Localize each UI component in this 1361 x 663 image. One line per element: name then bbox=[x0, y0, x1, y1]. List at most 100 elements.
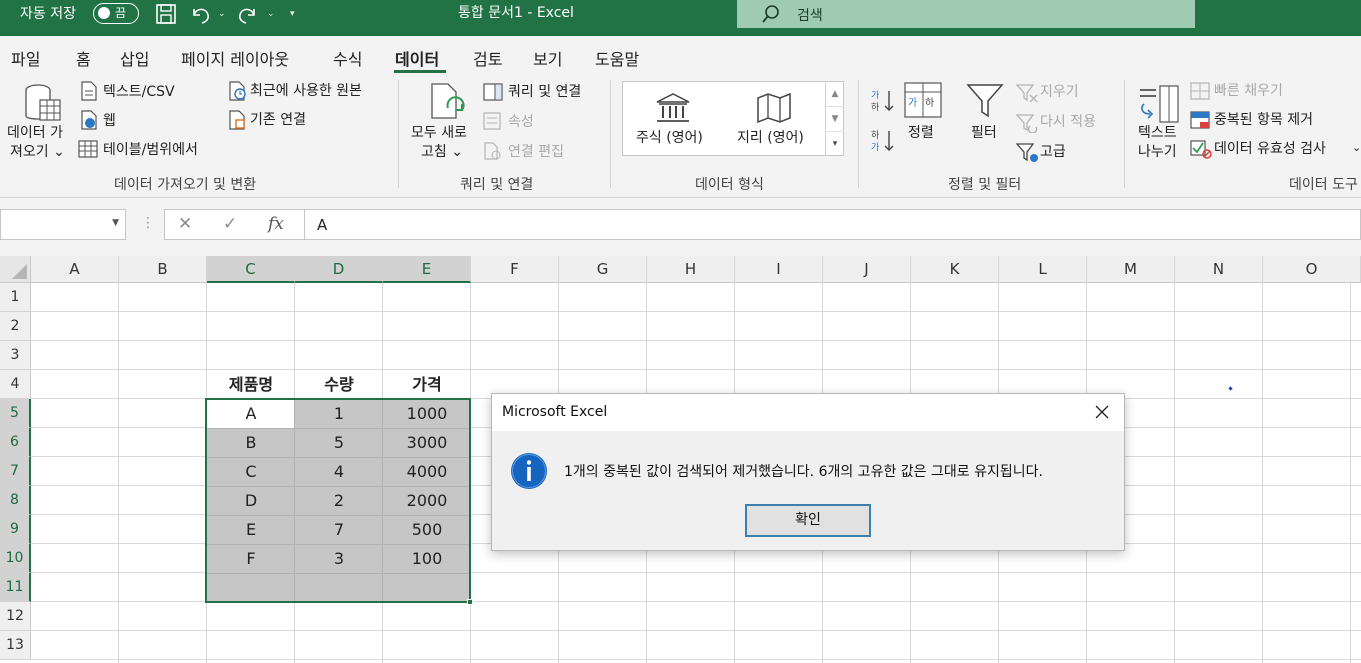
sort-dialog-icon[interactable]: 가하 bbox=[904, 82, 942, 118]
table-cell[interactable]: 7 bbox=[295, 515, 383, 544]
get-data-label-1[interactable]: 데이터 가 bbox=[7, 124, 63, 142]
filter-funnel-icon[interactable] bbox=[966, 82, 1004, 120]
sort-descending-icon[interactable]: 하가 bbox=[870, 128, 894, 154]
gallery-more-icon[interactable]: ▾ bbox=[825, 131, 844, 155]
remove-duplicates-icon[interactable] bbox=[1190, 110, 1212, 130]
autosave-toggle[interactable]: 끔 bbox=[93, 3, 139, 24]
table-cell[interactable]: F bbox=[207, 544, 295, 573]
row-header[interactable]: 3 bbox=[0, 341, 31, 370]
search-box[interactable]: 검색 bbox=[737, 0, 1195, 28]
column-header[interactable]: J bbox=[823, 256, 911, 283]
text-file-icon[interactable] bbox=[80, 81, 98, 101]
fill-handle[interactable] bbox=[467, 599, 473, 605]
row-header[interactable]: 9 bbox=[0, 515, 31, 544]
refresh-all-icon[interactable] bbox=[428, 82, 468, 124]
row-header[interactable]: 6 bbox=[0, 428, 31, 457]
stocks-button[interactable]: 주식 (영어) bbox=[636, 129, 703, 147]
column-header[interactable]: M bbox=[1087, 256, 1175, 283]
column-header[interactable]: I bbox=[735, 256, 823, 283]
row-header[interactable]: 12 bbox=[0, 602, 31, 631]
redo-icon[interactable] bbox=[236, 3, 260, 25]
column-header[interactable]: B bbox=[119, 256, 207, 283]
column-header[interactable]: O bbox=[1263, 256, 1361, 283]
column-header[interactable]: F bbox=[471, 256, 559, 283]
row-header[interactable]: 8 bbox=[0, 486, 31, 515]
text-to-columns-label-2[interactable]: 나누기 bbox=[1138, 143, 1177, 161]
advanced-button[interactable]: 고급 bbox=[1040, 143, 1066, 161]
tab-view[interactable]: 보기 bbox=[533, 46, 562, 70]
formula-input[interactable]: A bbox=[304, 209, 1361, 240]
tab-review[interactable]: 검토 bbox=[473, 46, 502, 70]
data-validation-button[interactable]: 데이터 유효성 검사 bbox=[1214, 140, 1326, 158]
column-header[interactable]: G bbox=[559, 256, 647, 283]
cancel-entry-icon[interactable]: ✕ bbox=[178, 214, 192, 234]
data-validation-dropdown-icon[interactable]: ⌄ bbox=[1352, 139, 1361, 157]
column-header[interactable]: A bbox=[31, 256, 119, 283]
get-data-label-2[interactable]: 져오기 ⌄ bbox=[10, 143, 65, 161]
refresh-all-label-1[interactable]: 모두 새로 bbox=[411, 124, 467, 142]
table-cell[interactable]: A bbox=[207, 399, 295, 428]
close-icon[interactable] bbox=[1094, 404, 1110, 420]
redo-dropdown-icon[interactable]: ⌄ bbox=[267, 9, 275, 19]
row-header[interactable]: 4 bbox=[0, 370, 31, 399]
gallery-scroll-up-icon[interactable]: ▲ bbox=[825, 82, 844, 106]
row-header[interactable]: 13 bbox=[0, 631, 31, 660]
web-globe-icon[interactable] bbox=[80, 110, 98, 130]
tab-help[interactable]: 도움말 bbox=[595, 46, 639, 70]
tab-home[interactable]: 홈 bbox=[76, 46, 91, 70]
table-cell[interactable]: 3 bbox=[295, 544, 383, 573]
gallery-scroll-down-icon[interactable]: ▼ bbox=[825, 106, 844, 130]
table-cell[interactable]: 2000 bbox=[383, 486, 471, 515]
row-header[interactable]: 11 bbox=[0, 573, 31, 602]
table-cell[interactable]: B bbox=[207, 428, 295, 457]
table-cell[interactable]: 3000 bbox=[383, 428, 471, 457]
tab-formulas[interactable]: 수식 bbox=[333, 46, 362, 70]
column-header[interactable]: C bbox=[207, 256, 295, 283]
confirm-entry-icon[interactable]: ✓ bbox=[223, 214, 237, 234]
row-header[interactable]: 1 bbox=[0, 283, 31, 312]
row-header[interactable]: 7 bbox=[0, 457, 31, 486]
undo-dropdown-icon[interactable]: ⌄ bbox=[218, 9, 226, 19]
table-cell[interactable]: 100 bbox=[383, 544, 471, 573]
column-header[interactable]: D bbox=[295, 256, 383, 283]
database-table-icon[interactable] bbox=[22, 82, 62, 124]
tab-file[interactable]: 파일 bbox=[11, 46, 40, 70]
table-cell[interactable]: D bbox=[207, 486, 295, 515]
table-header-cell[interactable]: 가격 bbox=[383, 370, 471, 399]
refresh-all-label-2[interactable]: 고침 ⌄ bbox=[421, 143, 463, 161]
table-cell[interactable]: 4000 bbox=[383, 457, 471, 486]
column-header[interactable]: N bbox=[1175, 256, 1263, 283]
row-header[interactable]: 2 bbox=[0, 312, 31, 341]
table-cell[interactable]: 1000 bbox=[383, 399, 471, 428]
column-header[interactable]: L bbox=[999, 256, 1087, 283]
geography-button[interactable]: 지리 (영어) bbox=[737, 129, 804, 147]
text-csv-button[interactable]: 텍스트/CSV bbox=[103, 83, 175, 101]
row-header[interactable]: 5 bbox=[0, 399, 31, 428]
column-header[interactable]: K bbox=[911, 256, 999, 283]
name-box[interactable]: ▼ bbox=[0, 209, 126, 240]
table-cell[interactable]: 1 bbox=[295, 399, 383, 428]
ok-button[interactable]: 확인 bbox=[745, 504, 871, 537]
tab-data[interactable]: 데이터 bbox=[395, 46, 439, 70]
column-header[interactable]: H bbox=[647, 256, 735, 283]
customize-toolbar-icon[interactable]: ▾ bbox=[290, 9, 295, 19]
table-cell[interactable]: 500 bbox=[383, 515, 471, 544]
formula-bar-splitter[interactable]: ⋮ bbox=[141, 215, 155, 231]
save-icon[interactable] bbox=[154, 3, 178, 25]
remove-duplicates-button[interactable]: 중복된 항목 제거 bbox=[1214, 111, 1313, 129]
bank-building-icon[interactable] bbox=[655, 92, 691, 124]
row-header[interactable]: 10 bbox=[0, 544, 31, 573]
insert-function-icon[interactable]: fx bbox=[268, 214, 284, 234]
text-to-columns-icon[interactable] bbox=[1138, 84, 1180, 124]
sort-button[interactable]: 정렬 bbox=[908, 124, 934, 142]
table-icon[interactable] bbox=[78, 139, 98, 159]
table-header-cell[interactable]: 제품명 bbox=[207, 370, 295, 399]
queries-connections-icon[interactable] bbox=[483, 83, 503, 101]
table-cell[interactable]: 5 bbox=[295, 428, 383, 457]
tab-page-layout[interactable]: 페이지 레이아웃 bbox=[181, 46, 289, 70]
text-to-columns-label-1[interactable]: 텍스트 bbox=[1138, 124, 1177, 142]
recent-sources-icon[interactable] bbox=[228, 81, 248, 101]
recent-sources-button[interactable]: 최근에 사용한 원본 bbox=[250, 82, 362, 100]
table-header-cell[interactable]: 수량 bbox=[295, 370, 383, 399]
table-cell[interactable]: 2 bbox=[295, 486, 383, 515]
